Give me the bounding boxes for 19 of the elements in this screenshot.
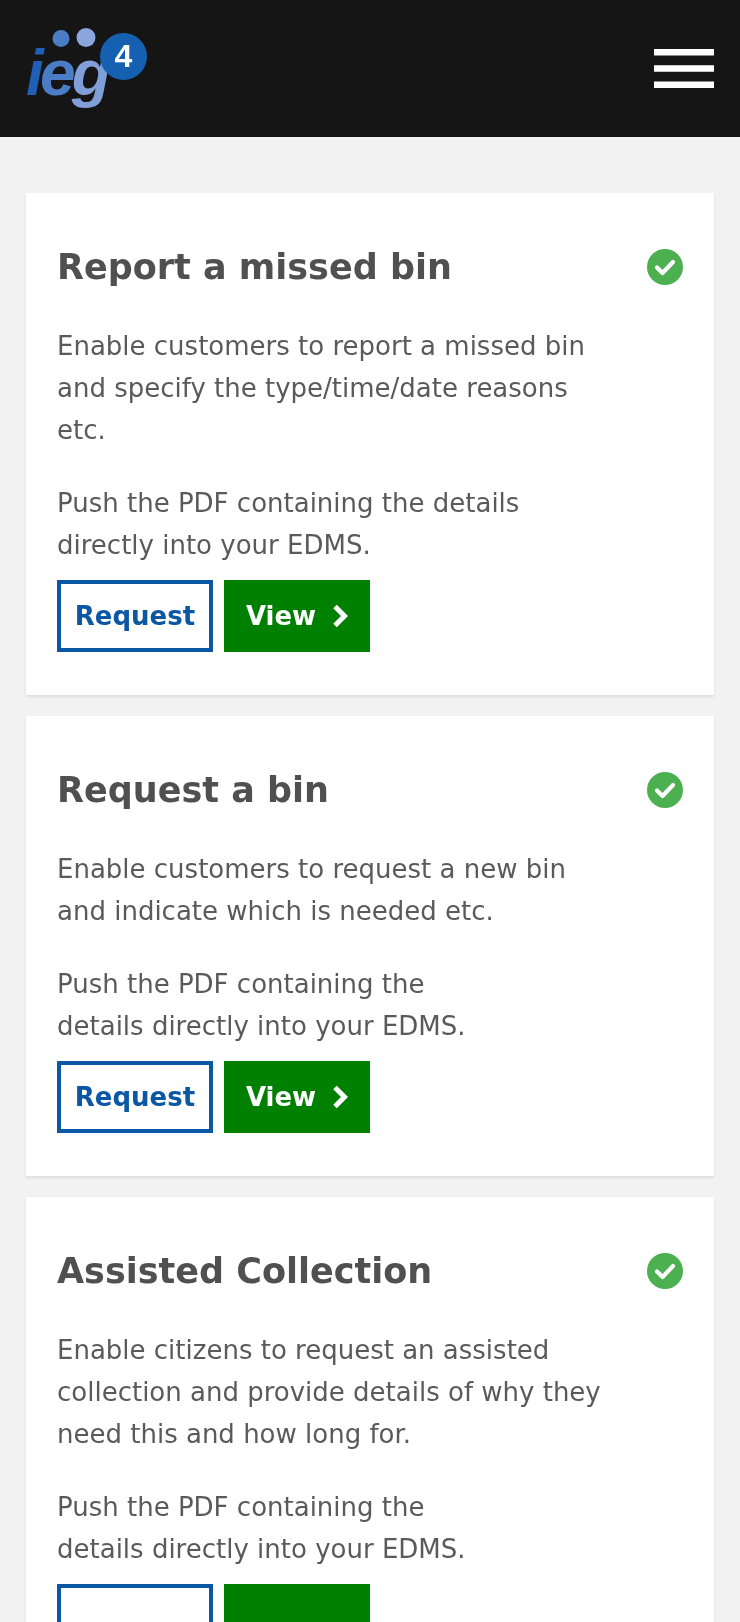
card-description: Enable citizens to request an assisted collection and provide details of why they need this and how long for. xyxy=(57,1334,602,1451)
request-button[interactable]: Request xyxy=(57,580,213,652)
card-title: Report a missed bin xyxy=(57,246,452,289)
logo-dot-icon xyxy=(52,29,70,47)
card-description: Push the PDF containing the details directly into your EDMS. xyxy=(57,487,521,562)
chevron-right-icon xyxy=(332,604,349,628)
card-description: Push the PDF containing the details directly into your EDMS. xyxy=(57,1491,467,1566)
menu-icon xyxy=(654,49,714,88)
card-title: Request a bin xyxy=(57,769,329,812)
card-description: Push the PDF containing the details directly into your EDMS. xyxy=(57,968,467,1043)
view-button[interactable]: View xyxy=(224,580,370,652)
chevron-right-icon xyxy=(332,1085,349,1109)
card-description: Enable customers to report a missed bin and specify the type/time/date reasons etc. xyxy=(57,330,586,447)
logo-dot-icon xyxy=(76,27,96,47)
view-button[interactable]: View xyxy=(224,1061,370,1133)
menu-button[interactable] xyxy=(654,49,714,88)
request-button[interactable]: Request xyxy=(57,1061,213,1133)
card-description: Enable customers to request a new bin and indicate which is needed etc. xyxy=(57,853,567,928)
card-title: Assisted Collection xyxy=(57,1250,433,1293)
